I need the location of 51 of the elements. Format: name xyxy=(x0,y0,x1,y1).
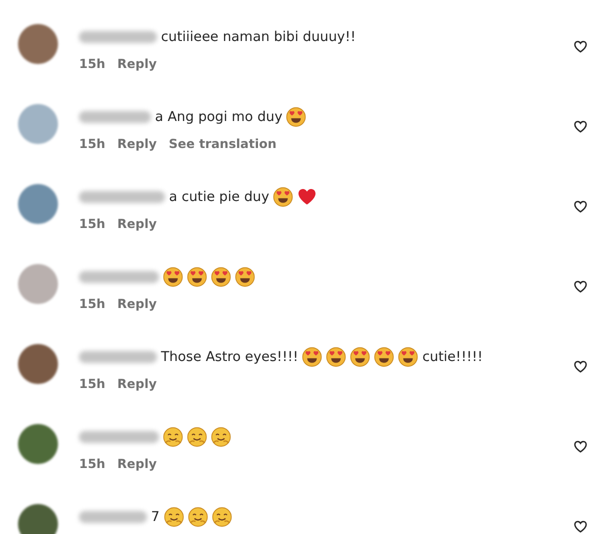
comment-time: 15h xyxy=(79,216,106,231)
see-translation-link[interactable]: See translation xyxy=(168,136,276,151)
reply-link[interactable]: Reply xyxy=(117,136,157,151)
heart-eyes-emoji-icon xyxy=(163,267,183,287)
reply-link[interactable]: Reply xyxy=(117,456,157,471)
heart-eyes-emoji-icon xyxy=(374,347,394,367)
comment-text: a cutie pie duy xyxy=(169,189,270,205)
comment-text: a Ang pogi mo duy xyxy=(155,109,282,125)
like-heart-icon[interactable] xyxy=(573,199,588,214)
heart-eyes-emoji-icon xyxy=(326,347,346,367)
like-heart-icon[interactable] xyxy=(573,439,588,454)
avatar-photo-placeholder[interactable] xyxy=(18,424,58,464)
smiling-face-emoji-icon xyxy=(211,427,231,447)
heart-emoji-icon xyxy=(297,187,318,207)
avatar-photo-placeholder[interactable] xyxy=(18,24,58,64)
comment-time: 15h xyxy=(79,456,106,471)
avatar-photo-placeholder[interactable] xyxy=(18,344,58,384)
comment-text: Those Astro eyes!!!! xyxy=(161,349,298,365)
comment-text: cutiiieee naman bibi duuuy!! xyxy=(161,29,356,45)
heart-eyes-emoji-icon xyxy=(302,347,322,367)
smiling-face-emoji-icon xyxy=(164,507,184,527)
comment-time: 15h xyxy=(79,56,106,71)
heart-eyes-emoji-icon xyxy=(350,347,370,367)
reply-link[interactable]: Reply xyxy=(117,376,157,391)
smiling-face-emoji-icon xyxy=(188,507,208,527)
heart-eyes-emoji-icon xyxy=(211,267,231,287)
heart-eyes-emoji-icon xyxy=(273,187,294,207)
heart-eyes-emoji-icon xyxy=(187,267,207,287)
avatar-photo-placeholder[interactable] xyxy=(18,504,58,534)
blurred-username xyxy=(79,111,151,123)
like-heart-icon[interactable] xyxy=(573,279,588,294)
comment-text: cutie!!!!! xyxy=(422,349,483,365)
reply-link[interactable]: Reply xyxy=(117,216,157,231)
reply-link[interactable]: Reply xyxy=(117,56,157,71)
avatar-photo-placeholder[interactable] xyxy=(18,184,58,224)
like-heart-icon[interactable] xyxy=(573,119,588,134)
smiling-face-emoji-icon xyxy=(212,507,232,527)
comment-text: 7 xyxy=(151,509,160,525)
like-heart-icon[interactable] xyxy=(573,519,588,534)
comment-time: 15h xyxy=(79,296,106,311)
smiling-face-emoji-icon xyxy=(187,427,207,447)
like-heart-icon[interactable] xyxy=(573,39,588,54)
reply-link[interactable]: Reply xyxy=(117,296,157,311)
heart-eyes-emoji-icon xyxy=(398,347,418,367)
like-heart-icon[interactable] xyxy=(573,359,588,374)
smiling-face-emoji-icon xyxy=(163,427,183,447)
heart-eyes-emoji-icon xyxy=(235,267,255,287)
heart-eyes-emoji-icon xyxy=(286,107,306,127)
comment-time: 15h xyxy=(79,136,106,151)
blurred-username xyxy=(79,511,147,523)
comment-time: 15h xyxy=(79,376,106,391)
